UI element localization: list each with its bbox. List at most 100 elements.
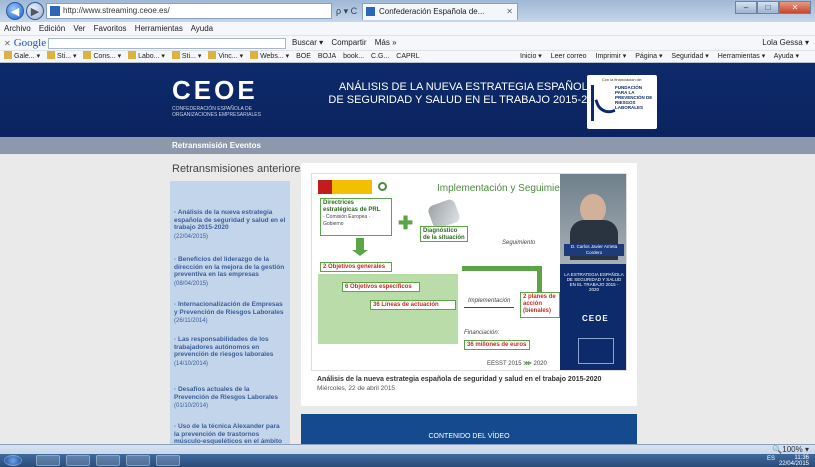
list-item[interactable]: · Análisis de la nueva estrategia españo… [174, 209, 286, 240]
menu-ayuda[interactable]: Ayuda [191, 24, 214, 33]
broadcast-link[interactable]: · Uso de la técnica Alexander para la pr… [174, 423, 286, 444]
event-panel: LA ESTRATEGIA ESPAÑOLA DE SEGURIDAD Y SA… [560, 264, 626, 370]
bookmark-label: Sti... ▾ [181, 53, 202, 60]
bookmark-item[interactable]: Sti... ▾ [171, 51, 202, 62]
browser-tab[interactable]: Confederación Española de... ✕ [362, 3, 518, 20]
cmd-tools[interactable]: Herramientas ▾ [718, 53, 765, 60]
bookmark-item[interactable]: book... [343, 51, 364, 62]
taskbar-ie-icon[interactable] [36, 455, 60, 466]
cmd-print[interactable]: Imprimir ▾ [596, 53, 627, 60]
list-item[interactable]: · Uso de la técnica Alexander para la pr… [174, 423, 286, 444]
google-share-button[interactable]: Compartir [331, 38, 366, 47]
broadcast-link[interactable]: · Desafíos actuales de la Prevención de … [174, 386, 286, 401]
taskbar-chrome-icon[interactable] [126, 455, 150, 466]
broadcast-date: (14/10/2014) [174, 360, 209, 367]
minimize-button[interactable]: – [735, 1, 757, 14]
google-more-button[interactable]: Más » [375, 38, 397, 47]
cmd-page[interactable]: Página ▾ [635, 53, 662, 60]
menu-herramientas[interactable]: Herramientas [135, 24, 183, 33]
list-item[interactable]: · Desafíos actuales de la Prevención de … [174, 386, 286, 409]
google-actions: Buscar ▾ Compartir Más » [292, 36, 403, 50]
slide-label-financiacion: Financiación: [464, 330, 500, 336]
maximize-button[interactable]: □ [757, 1, 779, 14]
list-item[interactable]: · Beneficios del liderazgo de la direcci… [174, 256, 286, 287]
folder-icon [83, 51, 92, 59]
bookmark-label: BOE [296, 53, 311, 60]
page-viewport: CEOE CONFEDERACIÓN ESPAÑOLA DE ORGANIZAC… [0, 63, 815, 444]
back-button[interactable]: ◀ [6, 2, 24, 20]
bookmark-label: Sti... ▾ [57, 53, 77, 60]
slide-label-implementacion: Implementación [468, 298, 511, 304]
taskbar-explorer-icon[interactable] [66, 455, 90, 466]
tab-favicon-icon [366, 7, 375, 16]
google-user-menu[interactable]: Lola Gessa ▾ [762, 36, 809, 50]
cmd-read-mail[interactable]: Leer correo [551, 53, 587, 60]
ceoe-logo-subtitle: CONFEDERACIÓN ESPAÑOLA DE ORGANIZACIONES… [172, 106, 261, 118]
video-title: Análisis de la nueva estrategia española… [317, 376, 602, 383]
list-item[interactable]: · Las responsabilidades de los trabajado… [174, 336, 286, 367]
nav-retransmision-eventos[interactable]: Retransmisión Eventos [172, 137, 261, 154]
fundacion-name: FUNDACIÓN PARA LA PREVENCIÓN DE RIESGOS … [615, 85, 653, 110]
arrow-down-icon [356, 238, 364, 252]
video-player[interactable]: Implementación y Seguimiento Directrices… [311, 173, 627, 371]
start-button[interactable] [4, 455, 22, 466]
address-controls[interactable]: ρ ▾ C [336, 3, 358, 19]
tab-close-icon[interactable]: ✕ [506, 4, 513, 20]
fundacion-logo: Con la financiación de: FUNDACIÓN PARA L… [587, 75, 657, 129]
slide-footer-text: EESST 2015 [487, 361, 522, 367]
broadcast-link[interactable]: · Beneficios del liderazgo de la direcci… [174, 256, 286, 279]
broadcast-link[interactable]: · Análisis de la nueva estrategia españo… [174, 209, 286, 232]
command-bar: Inicio ▾ Leer correo Imprimir ▾ Página ▾… [520, 51, 806, 62]
bookmark-item[interactable]: Cons... ▾ [83, 51, 121, 62]
cmd-security[interactable]: Seguridad ▾ [671, 53, 708, 60]
slide-box-lineas: 36 Líneas de actuación [370, 300, 456, 310]
menu-edicion[interactable]: Edición [39, 24, 65, 33]
bookmark-item[interactable]: BOE [296, 51, 311, 62]
broadcast-link[interactable]: · Las responsabilidades de los trabajado… [174, 336, 286, 359]
broadcast-date: (26/11/2014) [174, 318, 208, 324]
slide-box-planes: 2 planes de acción (bienales) [520, 292, 560, 318]
google-search-input[interactable] [48, 38, 286, 49]
cmd-help[interactable]: Ayuda ▾ [774, 53, 799, 60]
menu-archivo[interactable]: Archivo [4, 24, 31, 33]
broadcast-link[interactable]: · Internacionalización de Empresas y Pre… [174, 301, 286, 316]
google-toolbar: ✕ Google Buscar ▾ Compartir Más » Lola Ge… [0, 35, 815, 50]
google-search-button[interactable]: Buscar ▾ [292, 38, 323, 47]
fundacion-caption: Con la financiación de: [601, 77, 643, 82]
bookmark-label: Vinc... ▾ [218, 53, 244, 60]
fundacion-small-logo [578, 338, 614, 364]
bookmark-label: Gale... ▾ [14, 53, 41, 60]
clock[interactable]: 11:36 22/04/2015 [779, 455, 809, 467]
forward-button[interactable]: ▶ [26, 2, 44, 20]
bookmark-item[interactable]: Webs... ▾ [250, 51, 289, 62]
ceoe-logo[interactable]: CEOE [172, 77, 258, 103]
cmd-home[interactable]: Inicio ▾ [520, 53, 542, 60]
google-close-icon[interactable]: ✕ [4, 39, 11, 48]
arrow-right-icon: ⋙ [523, 361, 532, 367]
bookmark-item[interactable]: Labo... ▾ [128, 51, 165, 62]
slide-box-objetivos-generales: 2 Objetivos generales [320, 262, 392, 272]
close-window-button[interactable]: ✕ [779, 1, 811, 14]
main-content: Implementación y Seguimiento Directrices… [301, 163, 637, 406]
broadcast-date: (01/10/2014) [174, 403, 209, 409]
list-item[interactable]: · Internacionalización de Empresas y Pre… [174, 301, 286, 324]
taskbar-outlook-icon[interactable] [156, 455, 180, 466]
video-contents-label: CONTENIDO DEL VÍDEO [428, 433, 510, 440]
bookmark-item[interactable]: Sti... ▾ [47, 51, 77, 62]
address-bar[interactable]: http://www.streaming.ceoe.es/ [46, 3, 332, 19]
bookmark-item[interactable]: BOJA [318, 51, 336, 62]
taskbar-media-icon[interactable] [96, 455, 120, 466]
menu-favoritos[interactable]: Favoritos [94, 24, 127, 33]
language-indicator[interactable]: ES [767, 456, 775, 462]
bookmark-item[interactable]: C.G... [371, 51, 389, 62]
bookmark-item[interactable]: Vinc... ▾ [208, 51, 244, 62]
banner-title-line1: ANÁLISIS DE LA NUEVA ESTRATEGIA ESPAÑOLA [338, 81, 596, 93]
bookmark-item[interactable]: Gale... ▾ [4, 51, 41, 62]
bookmark-item[interactable]: CAPRL [396, 51, 419, 62]
banner-title-line2: DE SEGURIDAD Y SALUD EN EL TRABAJO 2015-… [328, 94, 606, 106]
video-contents-header[interactable]: CONTENIDO DEL VÍDEO [301, 414, 637, 444]
speaker-caption: D. Carlos Javier Arrieta Cordero [564, 244, 624, 256]
favorites-bar: Gale... ▾ Sti... ▾ Cons... ▾ Labo... ▾ S… [0, 50, 815, 63]
window-controls: – □ ✕ [735, 1, 811, 14]
menu-ver[interactable]: Ver [73, 24, 85, 33]
